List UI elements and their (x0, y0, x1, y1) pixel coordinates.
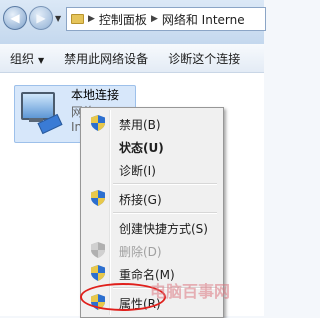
back-arrow-icon: ◀ (10, 11, 20, 25)
menu-item-label: 删除(D) (119, 245, 162, 259)
network-adapter-icon (21, 92, 55, 120)
address-field[interactable]: ▶ 控制面板 ▶ 网络和 Interne (66, 7, 266, 31)
diagnose-connection-button[interactable]: 诊断这个连接 (158, 50, 250, 67)
organize-label: 组织 (10, 51, 35, 66)
menu-item-disable[interactable]: 禁用(B) (83, 112, 219, 134)
menu-item-status[interactable]: 状态(U) (83, 135, 219, 157)
menu-separator (113, 212, 217, 214)
back-button[interactable]: ◀ (3, 6, 27, 30)
forward-button[interactable]: ▶ (29, 6, 53, 30)
breadcrumb-separator-icon[interactable]: ▶ (88, 14, 95, 24)
organize-menu-button[interactable]: 组织 ▼ (0, 50, 54, 67)
menu-item-label: 桥接(G) (119, 193, 162, 207)
uac-shield-icon (91, 265, 105, 281)
chevron-down-icon: ▼ (38, 55, 45, 65)
menu-item-label: 诊断(I) (119, 164, 156, 178)
breadcrumb-control-panel[interactable]: 控制面板 (99, 11, 147, 28)
uac-shield-icon (91, 242, 105, 258)
breadcrumb-network-internet[interactable]: 网络和 Interne (162, 11, 245, 28)
menu-item-create-shortcut[interactable]: 创建快捷方式(S) (83, 216, 219, 238)
menu-item-label: 状态(U) (119, 141, 164, 155)
menu-item-label: 禁用(B) (119, 118, 161, 132)
menu-separator (113, 183, 217, 185)
control-panel-icon (71, 14, 84, 24)
uac-shield-icon (91, 190, 105, 206)
command-bar: 组织 ▼ 禁用此网络设备 诊断这个连接 (0, 44, 264, 73)
menu-item-delete: 删除(D) (83, 239, 219, 261)
menu-item-label: 创建快捷方式(S) (119, 222, 208, 236)
forward-arrow-icon: ▶ (36, 11, 46, 25)
menu-item-bridge[interactable]: 桥接(G) (83, 187, 219, 209)
uac-shield-icon (91, 115, 105, 131)
connection-name: 本地连接 (71, 88, 120, 102)
menu-item-diagnose[interactable]: 诊断(I) (83, 158, 219, 180)
site-watermark: 电脑百事网 (150, 282, 231, 301)
disable-device-button[interactable]: 禁用此网络设备 (54, 50, 158, 67)
address-bar: ◀ ▶ ▼ ▶ 控制面板 ▶ 网络和 Interne (0, 0, 266, 45)
history-dropdown-icon[interactable]: ▼ (55, 14, 61, 23)
breadcrumb-separator-icon[interactable]: ▶ (151, 14, 158, 24)
